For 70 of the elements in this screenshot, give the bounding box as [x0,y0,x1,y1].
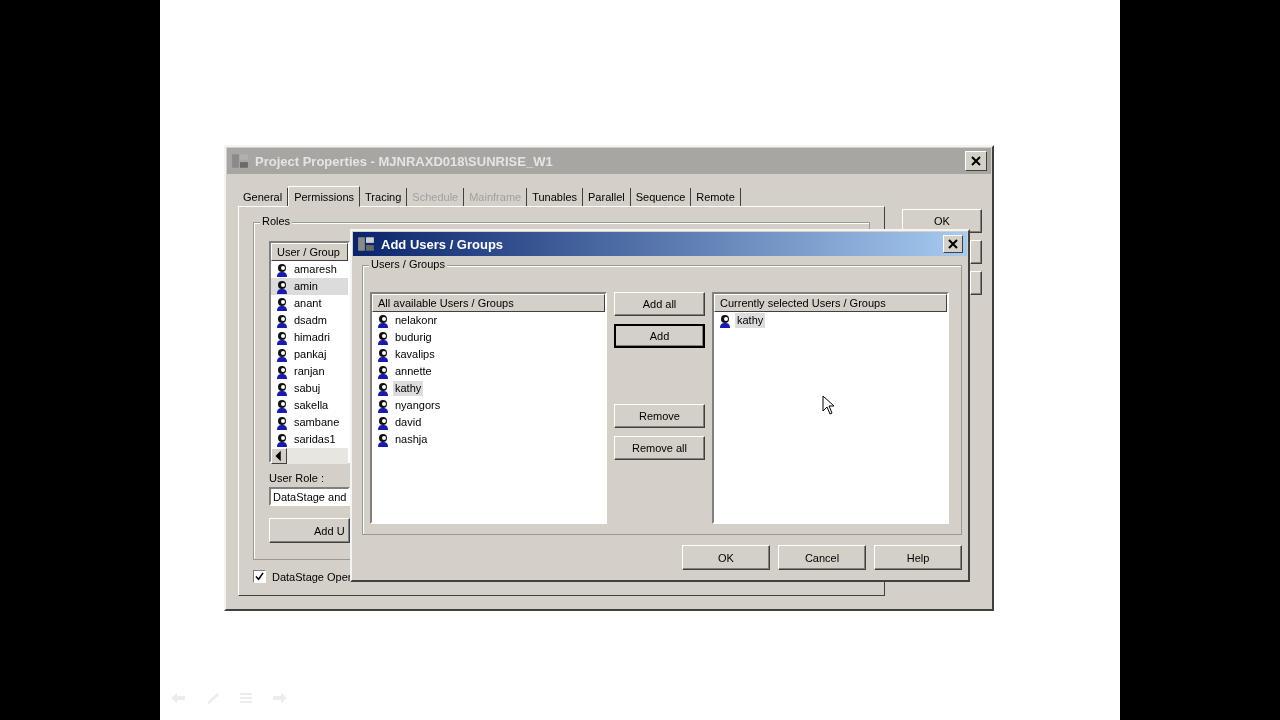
checkbox[interactable] [253,570,266,583]
user-icon [376,432,390,447]
mouse-pointer-icon [822,395,834,415]
close-icon[interactable] [948,239,958,249]
user-name[interactable]: saridas1 [292,432,338,447]
user-role-label: User Role : [269,472,325,484]
scroll-left-icon[interactable] [271,448,287,464]
user-icon [275,296,289,311]
user-icon [376,364,390,379]
user-name[interactable]: nelakonr [393,313,440,328]
user-name[interactable]: kavalips [393,347,437,362]
action-button[interactable]: Add all [614,292,705,316]
dialog-button[interactable]: Cancel [778,545,866,570]
horizontal-scrollbar[interactable] [271,448,348,464]
user-icon [275,262,289,277]
column-header[interactable]: User / Group [271,243,348,261]
dialog-button[interactable]: Help [874,545,962,570]
column-header[interactable]: All available Users / Groups [372,294,605,312]
user-name[interactable]: budurig [393,330,434,345]
user-name[interactable]: kathy [735,313,766,328]
user-name[interactable]: amaresh [292,262,339,277]
action-button[interactable]: Add [614,324,705,348]
window-title: Project Properties - MJNRAXD018\SUNRISE_W1 [255,153,554,169]
user-name[interactable]: david [393,415,424,430]
user-name[interactable]: nyangors [393,398,443,413]
user-icon [275,398,289,413]
checkbox-label: DataStage Oper [272,570,352,583]
action-button[interactable]: Remove [614,404,705,428]
user-name[interactable]: ranjan [292,364,327,379]
user-icon [275,279,289,294]
user-icon [376,330,390,345]
app-icon [357,235,375,253]
user-icon [275,381,289,396]
group-label: Roles [260,215,293,227]
user-name[interactable]: himadri [292,330,333,345]
user-icon [275,364,289,379]
user-icon [275,415,289,430]
user-name[interactable]: sabuj [292,381,323,396]
user-name[interactable]: annette [393,364,434,379]
dialog-title: Add Users / Groups [381,236,505,252]
user-icon [718,313,732,328]
user-name[interactable]: sakella [292,398,331,413]
user-name[interactable]: dsadm [292,313,330,328]
user-role-dropdown[interactable]: DataStage and [269,487,350,506]
close-button[interactable] [965,151,987,171]
user-icon [275,313,289,328]
user-icon [376,313,390,328]
dialog-button[interactable] [970,271,982,295]
user-icon [275,432,289,447]
user-icon [376,347,390,362]
dialog-button[interactable] [970,240,982,264]
tab[interactable]: Permissions [288,186,361,207]
close-button[interactable] [943,235,963,253]
dialog-button[interactable]: OK [682,545,770,570]
user-icon [376,398,390,413]
column-header[interactable]: Currently selected Users / Groups [714,294,947,312]
action-button[interactable]: Remove all [614,436,705,460]
group-label: Users / Groups [369,258,447,270]
user-name[interactable]: pankaj [292,347,329,362]
user-icon [376,415,390,430]
app-icon [231,152,249,170]
user-name[interactable]: anant [292,296,324,311]
user-name[interactable]: sambane [292,415,342,430]
close-icon[interactable] [971,156,981,166]
user-icon [275,330,289,345]
add-user-button[interactable]: Add U [269,518,350,543]
user-icon [376,381,390,396]
user-icon [275,347,289,362]
user-name[interactable]: kathy [393,381,424,396]
user-name[interactable]: nashja [393,432,430,447]
